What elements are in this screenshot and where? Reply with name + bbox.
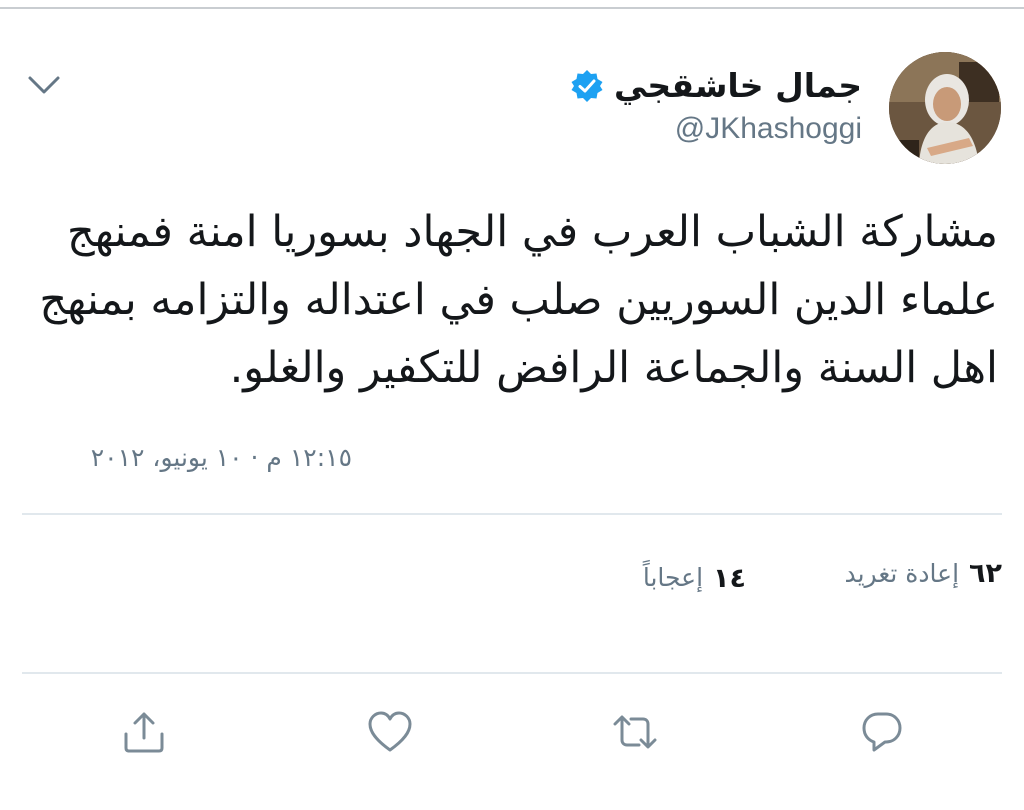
retweets-label: إعادة تغريد: [844, 559, 960, 588]
tweet-text-line: علماء الدين السوريين صلب في اعتداله والت…: [39, 275, 998, 325]
tweet-text-line: مشاركة الشباب العرب في الجهاد بسوريا امن…: [66, 207, 998, 257]
retweets-stat[interactable]: ٦٢ إعادة تغريد: [844, 558, 1002, 589]
tweet-text-line: اهل السنة والجماعة الرافض للتكفير والغلو…: [229, 343, 998, 393]
likes-label: إعجاباً: [642, 563, 704, 592]
author-handle[interactable]: @JKhashoggi: [675, 112, 862, 146]
tweet-text: مشاركة الشباب العرب في الجهاد بسوريا امن…: [18, 198, 998, 402]
divider: [22, 672, 1002, 674]
tweet-detail-screen: جمال خاشقجي @JKhashoggi مشاركة الشباب ال…: [0, 0, 1024, 810]
avatar[interactable]: [889, 52, 1001, 164]
share-icon[interactable]: [120, 708, 168, 756]
reply-icon[interactable]: [858, 708, 906, 756]
tweet-timestamp: ١٢:١٥ م · ١٠ يونيو، ٢٠١٢: [90, 443, 352, 472]
chevron-down-icon[interactable]: [26, 70, 62, 100]
likes-count: ١٤: [713, 562, 746, 594]
author-name[interactable]: جمال خاشقجي: [614, 66, 862, 105]
avatar-image: [889, 52, 1001, 164]
retweet-icon[interactable]: [611, 708, 659, 756]
likes-stat[interactable]: ١٤ إعجاباً: [642, 558, 746, 598]
top-divider: [0, 7, 1024, 9]
divider: [22, 513, 1002, 515]
retweets-count: ٦٢: [969, 558, 1002, 589]
verified-badge-icon: [571, 69, 603, 102]
heart-icon[interactable]: [366, 708, 414, 756]
author-name-row: جمال خاشقجي: [570, 66, 862, 105]
